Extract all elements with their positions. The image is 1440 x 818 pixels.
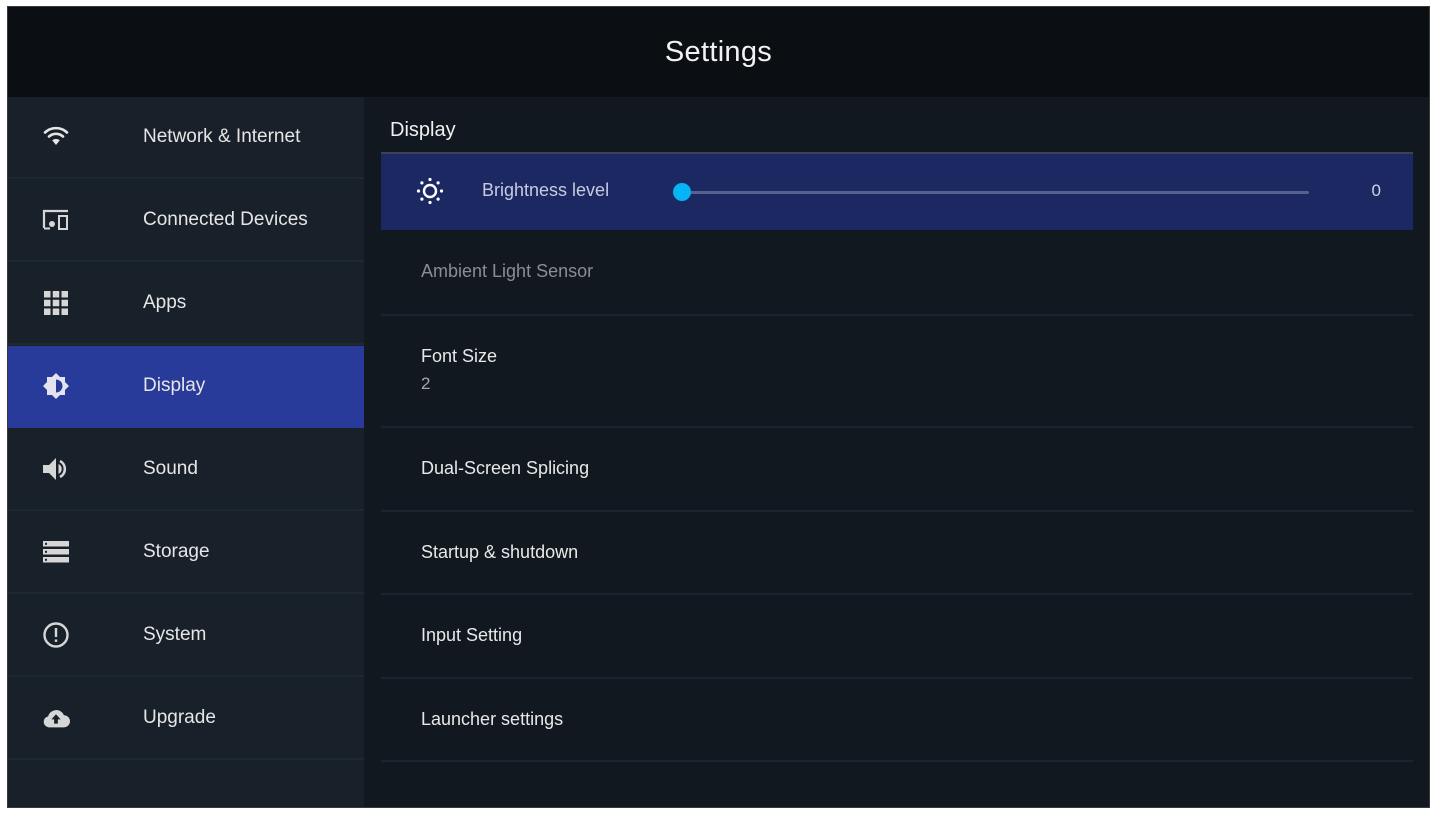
sidebar-item-label: Sound [143,458,198,479]
sidebar-item-label: System [143,624,207,645]
connected-devices-icon [42,206,70,234]
sidebar-item-upgrade[interactable]: Upgrade [8,678,364,760]
sun-icon [415,176,445,206]
row-label: Font Size [421,346,498,366]
sidebar-item-display[interactable]: Display [8,346,364,428]
launcher-settings-row[interactable]: Launcher settings [381,679,1413,762]
row-label: Ambient Light Sensor [421,261,594,281]
brightness-label: Brightness level [482,180,610,200]
volume-icon [42,455,70,483]
settings-screen: Settings Network & Internet Connected De… [7,6,1430,808]
display-settings-panel: Display Brightness level 0 Ambient Light… [364,97,1429,807]
sidebar-item-sound[interactable]: Sound [8,429,364,511]
sidebar-item-storage[interactable]: Storage [8,512,364,594]
font-size-value: 2 [421,374,431,393]
brightness-slider[interactable] [673,183,1309,201]
input-setting-row[interactable]: Input Setting [381,595,1413,679]
font-size-row[interactable]: Font Size 2 [381,316,1413,428]
sidebar-item-label: Display [143,375,206,396]
title-bar: Settings [8,7,1429,97]
sidebar-item-label: Network & Internet [143,126,301,147]
sidebar-item-system[interactable]: System [8,595,364,677]
slider-track [681,191,1309,194]
brightness-value: 0 [1371,181,1381,200]
brightness-row[interactable]: Brightness level 0 [381,152,1413,230]
sidebar-item-label: Upgrade [143,707,216,728]
section-title: Display [390,119,456,141]
brightness-icon [42,372,70,400]
row-label: Dual-Screen Splicing [421,458,590,478]
dual-screen-splicing-row[interactable]: Dual-Screen Splicing [381,428,1413,512]
sidebar-item-apps[interactable]: Apps [8,263,364,345]
sidebar: Network & Internet Connected Devices App… [8,97,364,807]
sidebar-item-label: Connected Devices [143,209,308,230]
info-alert-icon [42,621,70,649]
startup-shutdown-row[interactable]: Startup & shutdown [381,512,1413,595]
sidebar-item-connected-devices[interactable]: Connected Devices [8,180,364,262]
apps-grid-icon [42,289,70,317]
sidebar-item-label: Storage [143,541,210,562]
row-label: Startup & shutdown [421,542,579,562]
row-label: Launcher settings [421,709,564,729]
row-label: Input Setting [421,625,523,645]
ambient-light-sensor-row[interactable]: Ambient Light Sensor [381,232,1413,316]
storage-icon [42,538,70,566]
sidebar-item-network[interactable]: Network & Internet [8,97,364,179]
cloud-upload-icon [42,704,70,732]
page-title: Settings [664,35,773,68]
slider-thumb[interactable] [673,183,691,201]
sidebar-item-label: Apps [143,292,187,313]
wifi-icon [42,123,70,151]
